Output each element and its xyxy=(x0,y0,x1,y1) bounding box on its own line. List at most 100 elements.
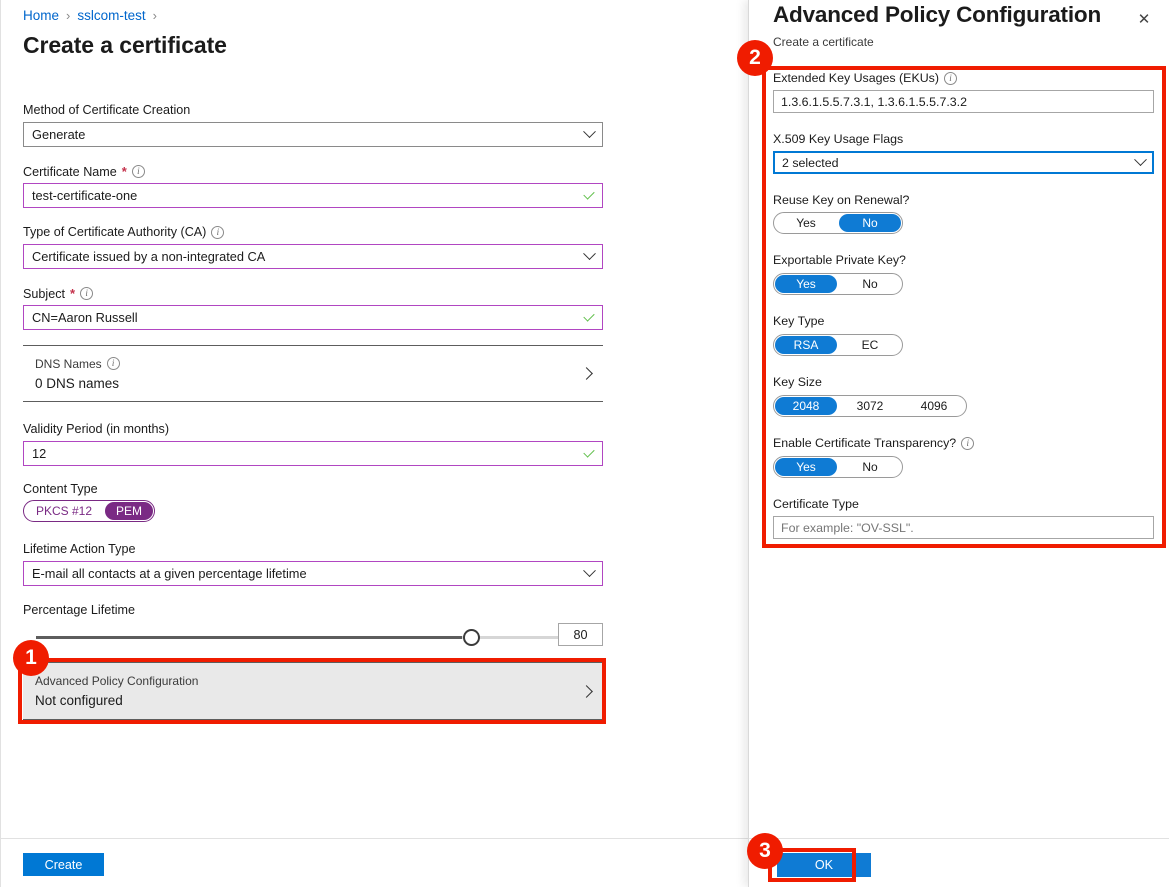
footer-divider xyxy=(1,838,748,839)
required-asterisk: * xyxy=(122,164,127,179)
annotation-badge-1: 1 xyxy=(13,640,49,676)
chevron-down-icon xyxy=(576,130,602,139)
percentage-lifetime-value: 80 xyxy=(573,628,587,642)
required-asterisk: * xyxy=(70,286,75,301)
ok-button[interactable]: OK xyxy=(777,853,871,877)
create-button[interactable]: Create xyxy=(23,853,104,876)
method-of-creation-select[interactable]: Generate xyxy=(23,122,603,147)
exportable-private-key-toggle[interactable]: Yes No xyxy=(773,273,903,295)
subject-value: CN=Aaron Russell xyxy=(24,310,576,325)
key-usage-flags-value: 2 selected xyxy=(775,156,1128,170)
ekus-value: 1.3.6.1.5.5.7.3.1, 1.3.6.1.5.5.7.3.2 xyxy=(774,95,1153,109)
screenshot-root: Home › sslcom-test › Create a certificat… xyxy=(0,0,1169,887)
certificate-type-input[interactable]: For example: "OV-SSL". xyxy=(773,516,1154,539)
lifetime-action-type-label: Lifetime Action Type xyxy=(23,542,135,556)
advanced-policy-label: Advanced Policy Configuration xyxy=(35,674,582,688)
slider-thumb[interactable] xyxy=(463,629,480,646)
dns-names-value: 0 DNS names xyxy=(35,376,582,391)
content-type-label: Content Type xyxy=(23,482,98,496)
key-type-toggle[interactable]: RSA EC xyxy=(773,334,903,356)
key-size-toggle[interactable]: 2048 3072 4096 xyxy=(773,395,967,417)
reuse-key-option-no[interactable]: No xyxy=(839,214,901,232)
ekus-label: Extended Key Usages (EKUs) i xyxy=(773,71,957,85)
chevron-down-icon xyxy=(576,569,602,578)
percentage-lifetime-slider[interactable] xyxy=(23,626,603,648)
page-title: Create a certificate xyxy=(23,32,227,59)
reuse-key-option-yes[interactable]: Yes xyxy=(775,214,837,232)
slider-track-filled xyxy=(36,636,462,639)
certificate-type-label: Certificate Type xyxy=(773,497,859,511)
key-usage-flags-label: X.509 Key Usage Flags xyxy=(773,132,903,146)
exportable-option-no[interactable]: No xyxy=(839,275,901,293)
panel-subtitle: Create a certificate xyxy=(773,35,874,49)
info-icon[interactable]: i xyxy=(80,287,93,300)
key-type-option-ec[interactable]: EC xyxy=(839,336,901,354)
certificate-transparency-toggle[interactable]: Yes No xyxy=(773,456,903,478)
chevron-right-icon xyxy=(580,367,593,380)
validity-period-input[interactable]: 12 xyxy=(23,441,603,466)
reuse-key-label: Reuse Key on Renewal? xyxy=(773,193,909,207)
certificate-type-placeholder: For example: "OV-SSL". xyxy=(774,521,1153,535)
dns-names-label: DNS Names i xyxy=(35,357,582,371)
lifetime-action-type-value: E-mail all contacts at a given percentag… xyxy=(24,566,576,581)
info-icon[interactable]: i xyxy=(944,72,957,85)
create-certificate-pane: Home › sslcom-test › Create a certificat… xyxy=(0,0,748,887)
cert-transparency-option-no[interactable]: No xyxy=(839,458,901,476)
certificate-name-input[interactable]: test-certificate-one xyxy=(23,183,603,208)
breadcrumb-separator-trailing: › xyxy=(153,9,157,22)
subject-label: Subject * i xyxy=(23,286,93,301)
dns-names-row[interactable]: DNS Names i 0 DNS names xyxy=(23,345,603,402)
content-type-option-pem[interactable]: PEM xyxy=(105,502,153,520)
key-type-option-rsa[interactable]: RSA xyxy=(775,336,837,354)
chevron-down-icon xyxy=(576,252,602,261)
ca-type-label: Type of Certificate Authority (CA) i xyxy=(23,225,224,239)
key-size-option-2048[interactable]: 2048 xyxy=(775,397,837,415)
ca-type-value: Certificate issued by a non-integrated C… xyxy=(24,249,576,264)
valid-check-icon xyxy=(576,449,602,458)
chevron-right-icon xyxy=(580,685,593,698)
validity-period-label: Validity Period (in months) xyxy=(23,422,169,436)
ekus-input[interactable]: 1.3.6.1.5.5.7.3.1, 1.3.6.1.5.5.7.3.2 xyxy=(773,90,1154,113)
certificate-transparency-label: Enable Certificate Transparency? i xyxy=(773,436,974,450)
breadcrumb-item-home[interactable]: Home xyxy=(23,8,59,23)
lifetime-action-type-select[interactable]: E-mail all contacts at a given percentag… xyxy=(23,561,603,586)
validity-period-value: 12 xyxy=(24,446,576,461)
key-size-label: Key Size xyxy=(773,375,822,389)
info-icon[interactable]: i xyxy=(107,357,120,370)
breadcrumb: Home › sslcom-test › xyxy=(23,4,157,26)
key-usage-flags-select[interactable]: 2 selected xyxy=(773,151,1154,174)
advanced-policy-configuration-row[interactable]: Advanced Policy Configuration Not config… xyxy=(23,662,603,720)
info-icon[interactable]: i xyxy=(961,437,974,450)
key-size-option-4096[interactable]: 4096 xyxy=(903,397,965,415)
advanced-policy-panel: Advanced Policy Configuration Create a c… xyxy=(748,0,1169,887)
reuse-key-toggle[interactable]: Yes No xyxy=(773,212,903,234)
close-icon[interactable]: ✕ xyxy=(1133,8,1155,30)
ca-type-select[interactable]: Certificate issued by a non-integrated C… xyxy=(23,244,603,269)
valid-check-icon xyxy=(576,191,602,200)
exportable-private-key-label: Exportable Private Key? xyxy=(773,253,906,267)
valid-check-icon xyxy=(576,313,602,322)
content-type-option-pkcs12[interactable]: PKCS #12 xyxy=(25,502,103,520)
subject-input[interactable]: CN=Aaron Russell xyxy=(23,305,603,330)
advanced-policy-value: Not configured xyxy=(35,693,582,708)
certificate-name-label: Certificate Name * i xyxy=(23,164,145,179)
annotation-badge-3: 3 xyxy=(747,833,783,869)
percentage-lifetime-input[interactable]: 80 xyxy=(558,623,603,646)
cert-transparency-option-yes[interactable]: Yes xyxy=(775,458,837,476)
chevron-down-icon xyxy=(1128,158,1152,167)
breadcrumb-separator: › xyxy=(66,9,70,22)
annotation-badge-2: 2 xyxy=(737,40,773,76)
panel-footer-divider xyxy=(749,838,1169,839)
certificate-name-value: test-certificate-one xyxy=(24,188,576,203)
method-of-creation-value: Generate xyxy=(24,127,576,142)
key-type-label: Key Type xyxy=(773,314,824,328)
info-icon[interactable]: i xyxy=(211,226,224,239)
panel-title: Advanced Policy Configuration xyxy=(773,2,1101,28)
content-type-toggle[interactable]: PKCS #12 PEM xyxy=(23,500,155,522)
info-icon[interactable]: i xyxy=(132,165,145,178)
key-size-option-3072[interactable]: 3072 xyxy=(839,397,901,415)
exportable-option-yes[interactable]: Yes xyxy=(775,275,837,293)
method-of-creation-label: Method of Certificate Creation xyxy=(23,103,190,117)
breadcrumb-item-sslcom-test[interactable]: sslcom-test xyxy=(77,8,145,23)
percentage-lifetime-label: Percentage Lifetime xyxy=(23,603,135,617)
